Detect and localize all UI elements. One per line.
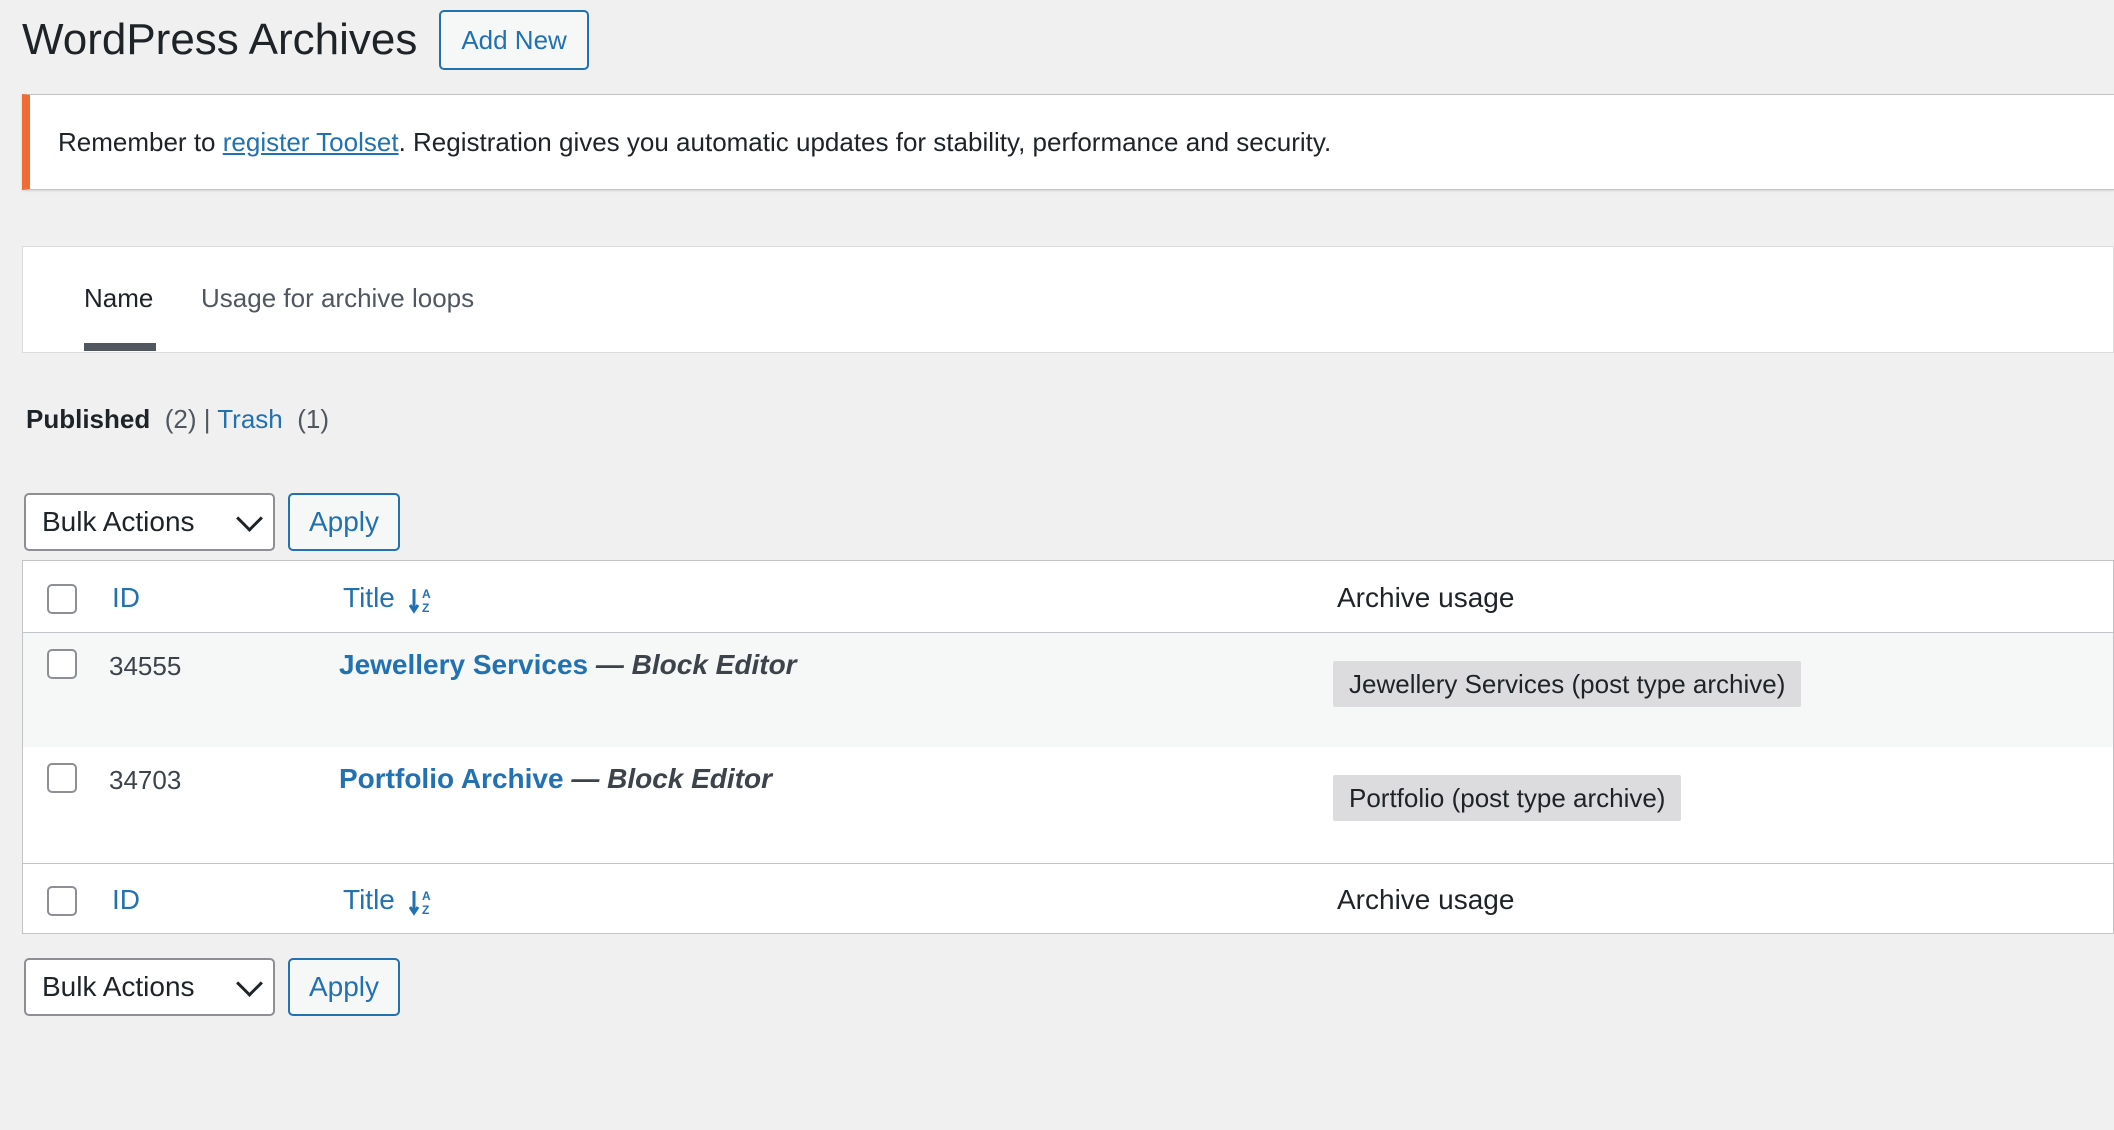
bulk-actions-label: Bulk Actions	[42, 971, 195, 1002]
row-id: 34703	[109, 765, 182, 795]
svg-text:Z: Z	[422, 903, 429, 916]
status-published[interactable]: Published	[26, 404, 150, 434]
sort-alpha-icon: A Z	[408, 587, 431, 614]
select-all-checkbox-footer[interactable]	[47, 886, 77, 916]
svg-text:A: A	[422, 587, 431, 601]
table-row: 34703 Portfolio Archive — Block Editor P…	[23, 747, 2113, 863]
bulk-actions-select-bottom[interactable]: Bulk Actions	[24, 958, 275, 1016]
register-notice: Remember to register Toolset. Registrati…	[22, 94, 2114, 190]
tabs: Name Usage for archive loops	[22, 246, 2114, 353]
apply-button-bottom[interactable]: Apply	[288, 958, 400, 1016]
chevron-down-icon	[236, 504, 263, 532]
column-id-footer[interactable]: ID	[112, 884, 140, 916]
column-title[interactable]: Title A Z	[343, 582, 435, 614]
select-all-checkbox[interactable]	[47, 584, 77, 614]
row-checkbox[interactable]	[47, 649, 77, 679]
page: WordPress Archives Add New Remember to r…	[0, 0, 2114, 1130]
row-post-state: — Block Editor	[563, 763, 773, 794]
trash-count: (1)	[297, 404, 329, 434]
table-row: 34555 Jewellery Services — Block Editor …	[23, 633, 2113, 747]
status-trash[interactable]: Trash	[217, 404, 283, 434]
chevron-down-icon	[236, 969, 263, 997]
active-tab-indicator	[84, 343, 156, 351]
svg-text:A: A	[422, 889, 431, 903]
usage-chip: Jewellery Services (post type archive)	[1333, 661, 1802, 707]
column-archive-usage: Archive usage	[1337, 582, 1515, 613]
archives-table: ID Title A Z Archive usage 34555 Jewelle…	[22, 560, 2114, 934]
bulk-actions-top: Bulk Actions Apply	[24, 493, 400, 551]
column-title-label: Title	[343, 582, 395, 613]
bulk-actions-select[interactable]: Bulk Actions	[24, 493, 275, 551]
row-title-link[interactable]: Jewellery Services	[339, 649, 588, 680]
row-title: Jewellery Services — Block Editor	[339, 649, 797, 681]
page-header: WordPress Archives Add New	[22, 10, 589, 70]
column-archive-usage-footer: Archive usage	[1337, 884, 1515, 915]
usage-chip: Portfolio (post type archive)	[1333, 775, 1682, 821]
bulk-actions-bottom: Bulk Actions Apply	[24, 958, 400, 1016]
page-title: WordPress Archives	[22, 15, 418, 64]
tab-name[interactable]: Name	[84, 283, 153, 314]
apply-button[interactable]: Apply	[288, 493, 400, 551]
status-separator: |	[203, 404, 211, 434]
svg-text:Z: Z	[422, 601, 429, 614]
row-checkbox[interactable]	[47, 763, 77, 793]
register-toolset-link[interactable]: register Toolset	[223, 127, 399, 158]
tab-usage-archive-loops[interactable]: Usage for archive loops	[201, 283, 474, 314]
published-count: (2)	[164, 404, 197, 434]
add-new-button[interactable]: Add New	[439, 10, 589, 70]
row-post-state: — Block Editor	[588, 649, 797, 680]
table-footer: ID Title A Z Archive usage	[23, 863, 2113, 934]
notice-suffix: . Registration gives you automatic updat…	[398, 126, 1332, 157]
sort-alpha-icon: A Z	[408, 889, 431, 916]
column-id[interactable]: ID	[112, 582, 140, 614]
row-title: Portfolio Archive — Block Editor	[339, 763, 772, 795]
table-header: ID Title A Z Archive usage	[23, 561, 2113, 633]
column-title-footer[interactable]: Title A Z	[343, 884, 435, 916]
row-title-link[interactable]: Portfolio Archive	[339, 763, 564, 794]
column-title-label: Title	[343, 884, 395, 915]
status-filter: Published (2) | Trash (1)	[26, 404, 329, 435]
row-id: 34555	[109, 651, 182, 681]
notice-prefix: Remember to	[58, 126, 216, 157]
bulk-actions-label: Bulk Actions	[42, 506, 195, 537]
